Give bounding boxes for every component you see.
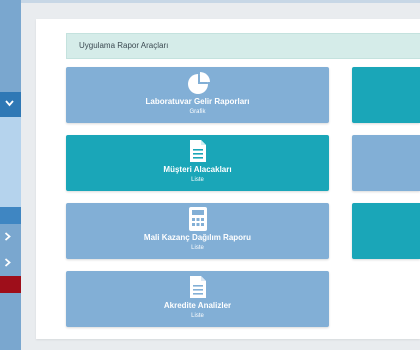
- tile-subtitle: Grafik: [189, 109, 206, 115]
- sidebar-submenu: [0, 117, 21, 207]
- sidebar-item-1[interactable]: [0, 226, 21, 248]
- report-tile-accredited-analyses[interactable]: Akredite Analizler Liste: [66, 271, 329, 327]
- sidebar: [0, 0, 21, 350]
- tile-title: Müşteri Alacakları: [163, 165, 232, 174]
- chevron-right-icon: [4, 258, 11, 270]
- report-tile-customer-receivables[interactable]: Müşteri Alacakları Liste: [66, 135, 329, 191]
- tile-subtitle: Liste: [191, 245, 204, 251]
- sidebar-item-2[interactable]: [0, 252, 21, 274]
- chevron-down-icon: [5, 100, 14, 110]
- report-tile-right-3[interactable]: [352, 203, 420, 259]
- report-tools-panel: Uygulama Rapor Araçları Laboratuvar Geli…: [36, 19, 420, 339]
- report-tile-lab-income[interactable]: Laboratuvar Gelir Raporları Grafik: [66, 67, 329, 123]
- panel-header: Uygulama Rapor Araçları: [66, 33, 420, 59]
- panel-title: Uygulama Rapor Araçları: [79, 41, 169, 50]
- tile-subtitle: Liste: [191, 313, 204, 319]
- top-bar: [0, 0, 420, 3]
- report-tile-right-2[interactable]: [352, 135, 420, 191]
- sidebar-item-alert[interactable]: [0, 276, 21, 293]
- report-tile-right-1[interactable]: [352, 67, 420, 123]
- tile-title: Mali Kazanç Dağılım Raporu: [143, 233, 252, 242]
- tile-title: Laboratuvar Gelir Raporları: [145, 97, 250, 106]
- sidebar-item-active[interactable]: [0, 207, 21, 224]
- tile-subtitle: Liste: [191, 177, 204, 183]
- tile-title: Akredite Analizler: [163, 301, 232, 310]
- sidebar-toggle[interactable]: [0, 92, 21, 117]
- report-tile-financial-distribution[interactable]: Mali Kazanç Dağılım Raporu Liste: [66, 203, 329, 259]
- chevron-right-icon: [4, 232, 11, 244]
